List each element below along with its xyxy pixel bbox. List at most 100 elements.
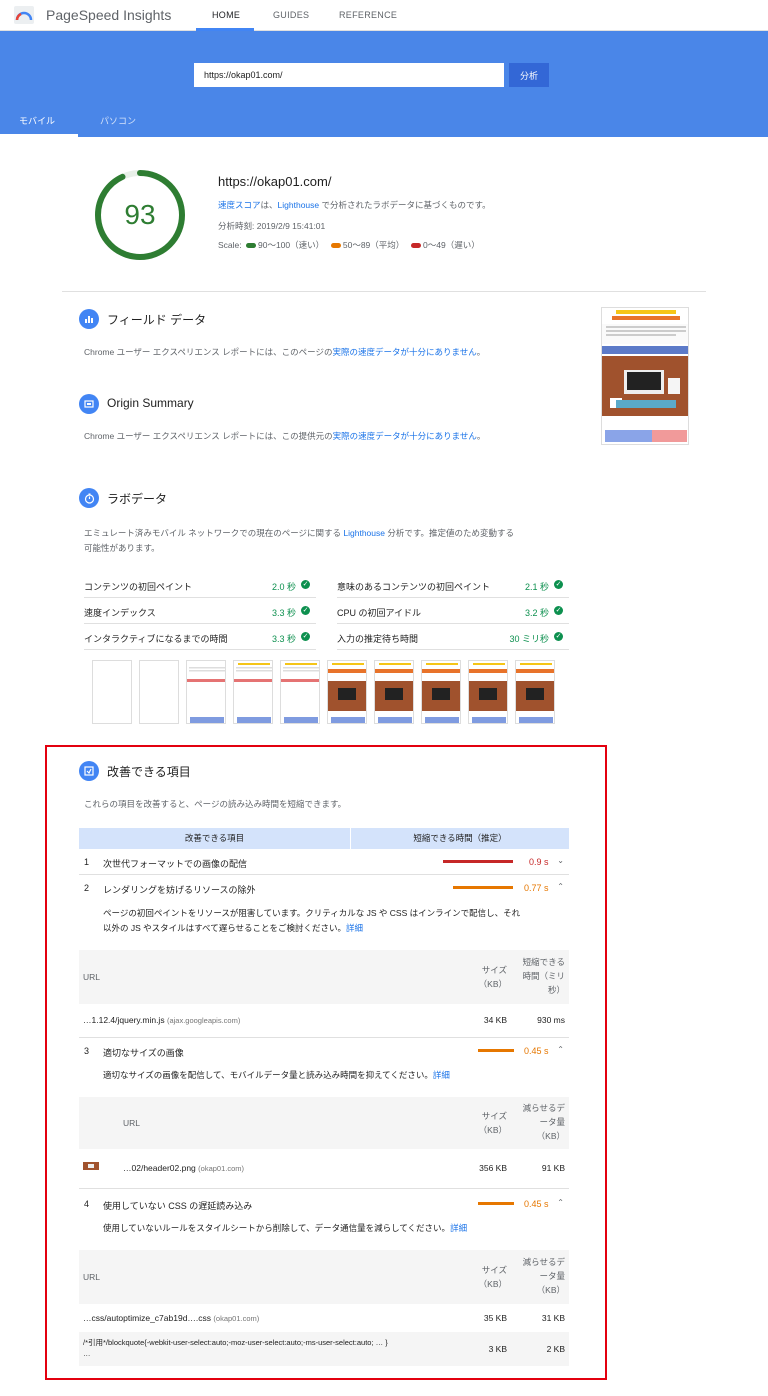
origin-summary-text: Chrome ユーザー エクスペリエンス レポートには、この提供元の実際の速度デ… — [84, 429, 485, 444]
url-host: (okap01.com) — [213, 1314, 260, 1323]
field-text: Chrome ユーザー エクスペリエンス レポートには、このページの — [84, 347, 333, 357]
url-input[interactable]: https://okap01.com/ — [194, 63, 504, 87]
average-dot-icon — [330, 243, 341, 249]
field-data-link[interactable]: 実際の速度データが十分にありません — [332, 347, 476, 357]
metric-value: 3.3 秒 — [271, 608, 296, 618]
device-tab-indicator — [0, 134, 78, 137]
resource-size: 356 KB — [479, 1163, 507, 1173]
lab-desc-1: エミュレート済みモバイル ネットワークでの現在のページに関する — [84, 528, 344, 538]
resource-url[interactable]: …css/autoptimize_c7ab19d….css (okap01.co… — [83, 1313, 259, 1323]
item-savings: 0.9 s — [529, 857, 549, 867]
resource-table: URL サイズ （KB） 減らせるデ ータ量 （KB） …css/autoptimiz… — [79, 1250, 569, 1368]
col-size: サイズ （KB） — [469, 963, 507, 991]
item-description: 使用していないルールをスタイルシートから削除して、データ通信量を減らしてください… — [103, 1221, 467, 1236]
metric-row: インタラクティブになるまでの時間 3.3 秒 ✓ — [84, 624, 316, 650]
stopwatch-icon — [79, 488, 99, 508]
metric-value: 30 ミリ秒 — [509, 634, 549, 644]
nav-guides-tab[interactable]: GUIDES — [273, 10, 309, 20]
metric-label: 意味のあるコンテンツの初回ペイント — [337, 582, 491, 592]
metric-row: 入力の推定待ち時間 30 ミリ秒 ✓ — [337, 624, 569, 650]
learn-more-link[interactable]: 詳細 — [433, 1070, 450, 1080]
pass-check-icon: ✓ — [554, 580, 563, 589]
opportunity-row[interactable]: 1 次世代フォーマットでの画像の配信 0.9 s ⌄ — [79, 849, 569, 875]
field-data-text: Chrome ユーザー エクスペリエンス レポートには、このページの実際の速度デ… — [84, 345, 485, 360]
lighthouse-link[interactable]: Lighthouse — [278, 200, 320, 210]
url-host: (ajax.googleapis.com) — [166, 1016, 241, 1025]
score-gauge: 93 — [93, 168, 187, 262]
col-save-1: 短縮できる — [522, 957, 565, 967]
col-save-1: 減らせるデ — [522, 1257, 565, 1267]
metric-row: コンテンツの初回ペイント 2.0 秒 ✓ — [84, 572, 316, 598]
table-row: …1.12.4/jquery.min.js (ajax.googleapis.c… — [79, 1004, 569, 1038]
lab-data-description: エミュレート済みモバイル ネットワークでの現在のページに関する Lighthou… — [84, 526, 514, 556]
metric-value: 3.3 秒 — [271, 634, 296, 644]
column-estimated-savings: 短縮できる時間（推定） — [413, 833, 507, 843]
image-thumbnail — [83, 1162, 99, 1170]
nav-home-tab[interactable]: HOME — [212, 10, 240, 20]
url-path: …css/autoptimize_c7ab19d….css — [83, 1313, 212, 1323]
table-header: URL サイズ （KB） 減らせるデ ータ量 （KB） — [79, 1097, 569, 1149]
chevron-up-icon[interactable]: ⌃ — [557, 882, 564, 891]
learn-more-link[interactable]: 詳細 — [346, 923, 363, 933]
col-size-2: （KB） — [478, 1125, 507, 1135]
chevron-up-icon[interactable]: ⌃ — [557, 1045, 564, 1054]
filmstrip-frame — [421, 660, 461, 724]
col-savings: 減らせるデ ータ量 （KB） — [511, 1101, 565, 1143]
savings-bar — [453, 886, 513, 889]
app-title[interactable]: PageSpeed Insights — [46, 7, 171, 23]
learn-more-link[interactable]: 詳細 — [450, 1223, 467, 1233]
resource-url[interactable]: …02/header02.png (okap01.com) — [123, 1163, 244, 1173]
resource-size: 3 KB — [488, 1344, 507, 1354]
speed-score-link[interactable]: 速度スコア — [218, 200, 261, 210]
field-end: 。 — [476, 347, 486, 357]
opportunities-table-header: 改善できる項目 短縮できる時間（推定） — [79, 828, 569, 849]
opportunity-row[interactable]: 2 レンダリングを妨げるリソースの除外 0.77 s ⌃ — [79, 875, 569, 901]
metric-row: 意味のあるコンテンツの初回ペイント 2.1 秒 ✓ — [337, 572, 569, 598]
lab-lighthouse-link[interactable]: Lighthouse — [343, 528, 385, 538]
table-row: …02/header02.png (okap01.com) 356 KB 91 … — [79, 1149, 569, 1189]
origin-data-link[interactable]: 実際の速度データが十分にありません — [333, 431, 477, 441]
opportunity-row[interactable]: 4 使用していない CSS の遅延読み込み 0.45 s ⌃ — [79, 1191, 569, 1217]
tab-desktop[interactable]: パソコン — [100, 114, 136, 127]
score-description: 速度スコアは、Lighthouse で分析されたラボデータに基づくものです。 — [218, 199, 491, 211]
url-path: …02/header02.png — [123, 1163, 196, 1173]
metric-label: 速度インデックス — [84, 608, 156, 618]
opportunity-row[interactable]: 3 適切なサイズの画像 0.45 s ⌃ — [79, 1038, 569, 1064]
nav-reference-tab[interactable]: REFERENCE — [339, 10, 397, 20]
scale-label: Scale: — [218, 240, 242, 250]
tab-mobile[interactable]: モバイル — [19, 114, 55, 127]
metric-label: インタラクティブになるまでの時間 — [84, 634, 228, 644]
item-description: ページの初回ペイントをリソースが阻害しています。クリティカルな JS や CSS… — [103, 906, 520, 936]
score-desc-mid: は、 — [260, 200, 278, 210]
code-more: … — [83, 1349, 91, 1358]
scale-fast: 90～100（速い） — [258, 240, 325, 250]
score-value: 93 — [124, 199, 155, 230]
metric-row: CPU の初回アイドル 3.2 秒 ✓ — [337, 598, 569, 624]
lab-data-title: ラボデータ — [107, 492, 168, 506]
opportunities-description: これらの項目を改善すると、ページの読み込み時間を短縮できます。 — [84, 799, 347, 809]
chevron-up-icon[interactable]: ⌃ — [557, 1198, 564, 1207]
analyze-button[interactable]: 分析 — [509, 63, 549, 87]
pass-check-icon: ✓ — [554, 632, 563, 641]
metric-value: 2.0 秒 — [271, 582, 296, 592]
col-savings: 短縮できる 時間（ミリ 秒） — [511, 955, 565, 997]
savings-bar — [478, 1202, 514, 1205]
resource-url[interactable]: …1.12.4/jquery.min.js (ajax.googleapis.c… — [83, 1015, 240, 1025]
item-title: レンダリングを妨げるリソースの除外 — [103, 885, 256, 895]
filmstrip-frame — [186, 660, 226, 724]
item4-desc: 使用していないルールをスタイルシートから削除して、データ通信量を減らしてください… — [103, 1223, 451, 1233]
table-header: URL サイズ （KB） 短縮できる 時間（ミリ 秒） — [79, 950, 569, 1004]
filmstrip-frame — [515, 660, 555, 724]
filmstrip-frame — [468, 660, 508, 724]
chevron-down-icon[interactable]: ⌄ — [557, 856, 564, 865]
top-nav-bar: PageSpeed Insights HOME GUIDES REFERENCE — [0, 0, 768, 31]
item-number: 4 — [84, 1199, 90, 1209]
pass-check-icon: ✓ — [301, 606, 310, 615]
resource-savings: 930 ms — [537, 1015, 565, 1025]
origin-summary-title: Origin Summary — [107, 396, 194, 410]
pass-check-icon: ✓ — [301, 632, 310, 641]
item-description: 適切なサイズの画像を配信して、モバイルデータ量と読み込み時間を抑えてください。詳… — [103, 1068, 450, 1083]
col-save-3: （KB） — [536, 1131, 565, 1141]
field-data-title: フィールド データ — [107, 313, 207, 327]
savings-bar — [443, 860, 513, 863]
